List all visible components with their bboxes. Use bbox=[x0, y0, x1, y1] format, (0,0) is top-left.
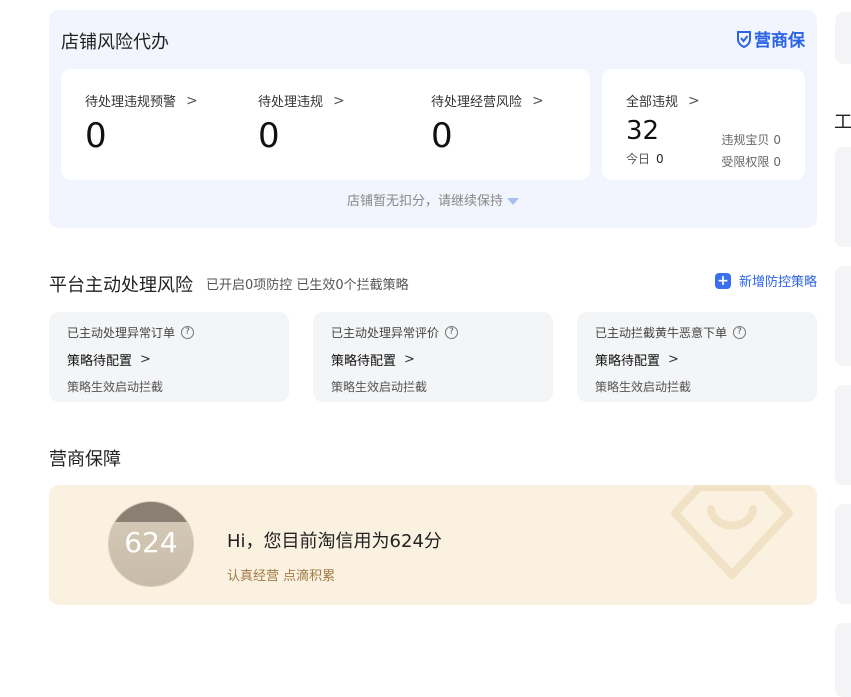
right-panel-card bbox=[835, 147, 851, 247]
risk-panel: 店铺风险代办 营商保 待处理违规预警 > 0 待处理违规 > 0 待处理经营风险 > … bbox=[49, 10, 817, 228]
strategy-config-link[interactable]: 策略待配置 > bbox=[67, 350, 151, 369]
strategy-card-desc: 策略生效启动拦截 bbox=[67, 380, 164, 394]
all-violations-card[interactable]: 全部违规 > 32 今日 0 违规宝贝 0 受限权限 0 bbox=[602, 69, 805, 180]
chevron-right-icon: > bbox=[404, 352, 415, 367]
strategy-config-link[interactable]: 策略待配置 > bbox=[331, 350, 415, 369]
brand-label: 营商保 bbox=[754, 31, 805, 51]
metric-value: 0 bbox=[431, 116, 453, 156]
metric-label: 待处理经营风险 bbox=[431, 95, 523, 110]
help-icon[interactable]: ? bbox=[181, 326, 195, 339]
strategy-card-desc: 策略生效启动拦截 bbox=[595, 380, 692, 394]
pending-metrics-card: 待处理违规预警 > 0 待处理违规 > 0 待处理经营风险 > 0 bbox=[61, 69, 590, 180]
right-panel-card bbox=[835, 12, 851, 64]
strategy-card-abnormal-reviews: 已主动处理异常评价? 策略待配置 > 策略生效启动拦截 bbox=[313, 312, 553, 402]
chevron-right-icon: > bbox=[140, 352, 151, 367]
strategy-card-title: 已主动处理异常订单 bbox=[67, 326, 176, 340]
help-icon[interactable]: ? bbox=[733, 326, 747, 339]
platform-section-subtitle: 已开启0项防控 已生效0个拦截策略 bbox=[206, 278, 409, 293]
chevron-right-icon: > bbox=[668, 352, 679, 367]
chevron-right-icon: > bbox=[333, 92, 345, 109]
metric-pending-violation[interactable]: 待处理违规 > 0 bbox=[258, 91, 345, 157]
right-panel-card bbox=[835, 504, 851, 604]
strategy-card-title: 已主动处理异常评价 bbox=[331, 326, 440, 340]
right-panel-card bbox=[835, 266, 851, 366]
all-violations-label: 全部违规 bbox=[626, 95, 679, 110]
metric-pending-warning[interactable]: 待处理违规预警 > 0 bbox=[85, 91, 198, 157]
deduction-notice[interactable]: 店铺暂无扣分，请继续保持 bbox=[49, 190, 817, 209]
metric-value: 0 bbox=[85, 116, 107, 156]
credit-score-badge: 624 bbox=[108, 501, 194, 587]
risk-panel-title: 店铺风险代办 bbox=[61, 32, 169, 53]
all-violations-value: 32 bbox=[626, 116, 660, 146]
metric-value: 0 bbox=[258, 116, 280, 156]
shield-check-icon bbox=[737, 30, 751, 48]
strategy-card-title: 已主动拦截黄牛恶意下单 bbox=[595, 326, 728, 340]
add-strategy-label: 新增防控策略 bbox=[738, 275, 817, 290]
right-panel-card bbox=[835, 385, 851, 485]
chevron-right-icon: > bbox=[532, 92, 544, 109]
chevron-right-icon: > bbox=[186, 92, 198, 109]
chevron-right-icon: > bbox=[688, 92, 700, 109]
add-strategy-button[interactable]: + 新增防控策略 bbox=[714, 271, 817, 290]
credit-score-value: 624 bbox=[124, 526, 178, 559]
platform-section-title: 平台主动处理风险 bbox=[49, 275, 193, 296]
credit-score-card[interactable]: 624 Hi，您目前淘信用为624分 认真经营 点滴积累 bbox=[49, 485, 817, 605]
brand-logo[interactable]: 营商保 bbox=[736, 26, 805, 51]
plus-icon: + bbox=[714, 272, 731, 289]
strategy-card-abnormal-orders: 已主动处理异常订单? 策略待配置 > 策略生效启动拦截 bbox=[49, 312, 289, 402]
credit-score-slogan: 认真经营 点滴积累 bbox=[227, 569, 336, 584]
strategy-card-scalper-orders: 已主动拦截黄牛恶意下单? 策略待配置 > 策略生效启动拦截 bbox=[577, 312, 817, 402]
restricted-permissions-stat: 受限权限 0 bbox=[721, 155, 781, 169]
expand-triangle-icon bbox=[507, 198, 519, 205]
metric-pending-business-risk[interactable]: 待处理经营风险 > 0 bbox=[431, 91, 544, 157]
metric-label: 待处理违规 bbox=[258, 95, 324, 110]
metric-label: 待处理违规预警 bbox=[85, 95, 177, 110]
help-icon[interactable]: ? bbox=[445, 326, 459, 339]
shopping-bag-decoration-icon bbox=[671, 485, 793, 579]
violating-items-stat: 违规宝贝 0 bbox=[721, 133, 781, 147]
strategy-config-link[interactable]: 策略待配置 > bbox=[595, 350, 679, 369]
right-column-heading: 工 bbox=[834, 112, 851, 133]
credit-score-message: Hi，您目前淘信用为624分 bbox=[227, 531, 442, 552]
right-panel-card bbox=[835, 623, 851, 697]
protection-section-title: 营商保障 bbox=[49, 449, 121, 470]
today-count: 今日 0 bbox=[626, 152, 664, 166]
strategy-card-desc: 策略生效启动拦截 bbox=[331, 380, 428, 394]
